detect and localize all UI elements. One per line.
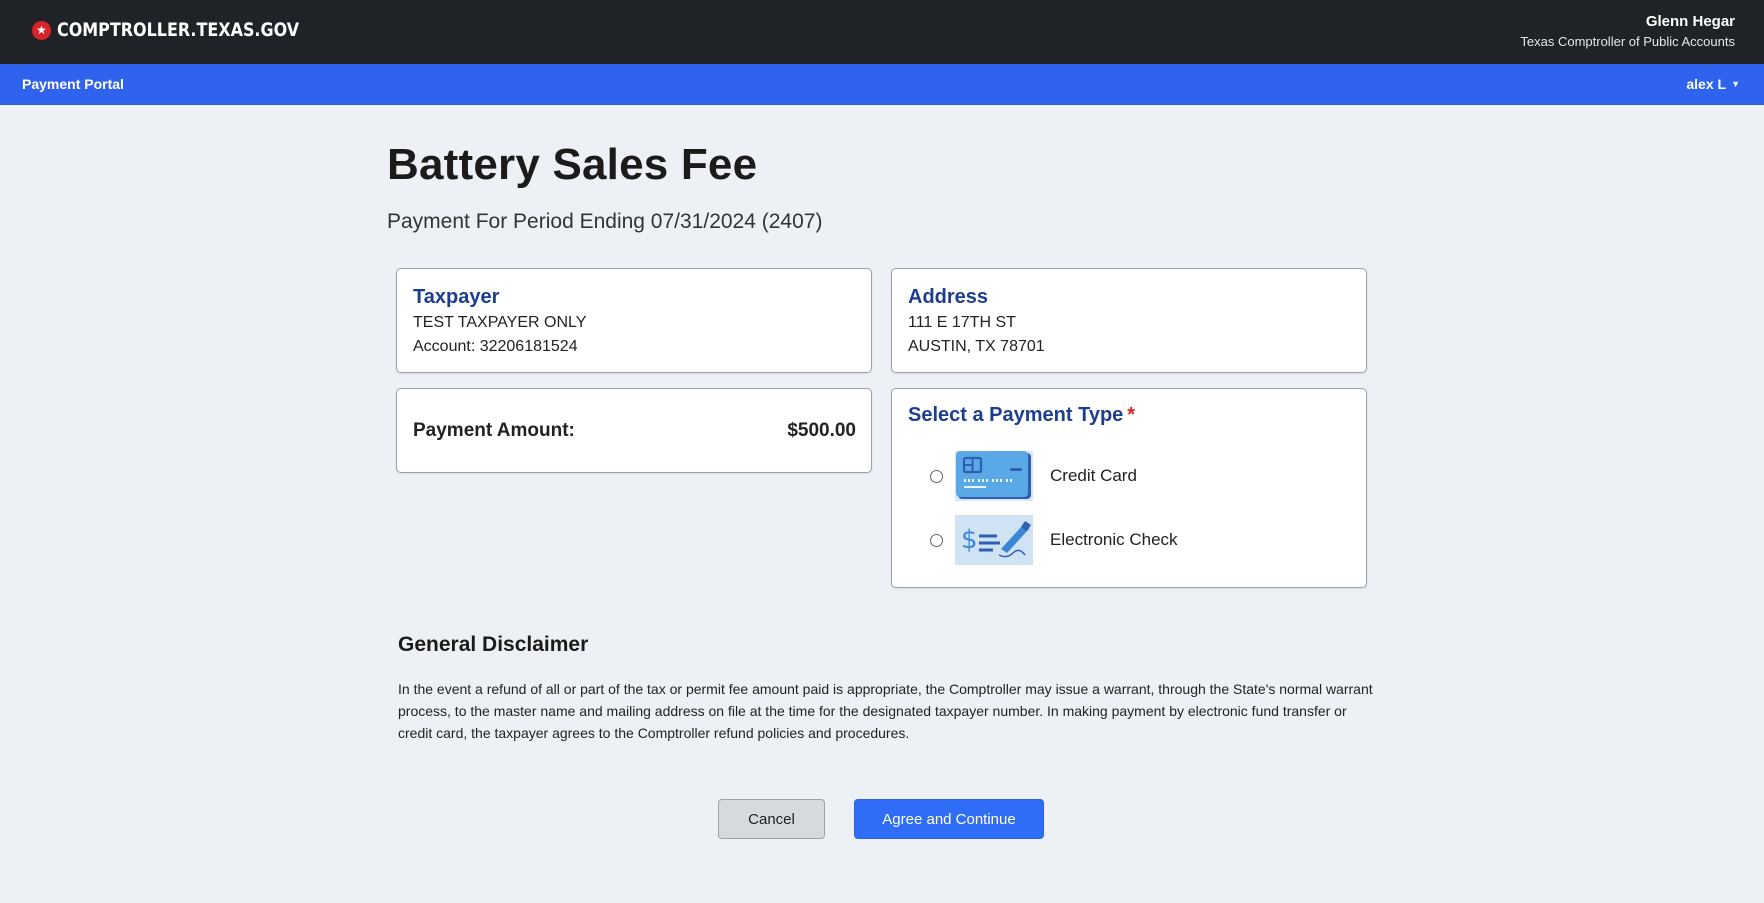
caret-down-icon: ▼ — [1731, 79, 1740, 89]
address-card: Address 111 E 17TH ST AUSTIN, TX 78701 — [891, 268, 1367, 373]
nav-bar: Payment Portal alex L ▼ — [0, 64, 1764, 105]
credit-card-radio[interactable] — [930, 469, 943, 483]
address-line2: AUSTIN, TX 78701 — [908, 338, 1045, 355]
page-title: Battery Sales Fee — [387, 140, 758, 189]
disclaimer-text: In the event a refund of all or part of … — [398, 681, 1373, 741]
required-marker: * — [1127, 404, 1136, 426]
agree-and-continue-button[interactable]: Agree and Continue — [854, 799, 1044, 839]
official-title: Texas Comptroller of Public Accounts — [1520, 34, 1735, 49]
address-line1: 111 E 17TH ST — [908, 314, 1016, 331]
payment-type-card: Select a Payment Type * Credit Card $ El… — [891, 388, 1367, 588]
taxpayer-name: TEST TAXPAYER ONLY — [413, 314, 587, 331]
credit-card-label: Credit Card — [1050, 466, 1137, 485]
official-name: Glenn Hegar — [1645, 13, 1735, 30]
taxpayer-heading: Taxpayer — [413, 286, 500, 308]
site-header: ★ COMPTROLLER.TEXAS.GOV Glenn Hegar Texa… — [0, 0, 1764, 64]
electronic-check-label: Electronic Check — [1050, 530, 1178, 549]
payment-amount-label: Payment Amount: — [413, 420, 575, 441]
payment-type-heading-text: Select a Payment Type — [908, 404, 1124, 426]
payment-type-heading: Select a Payment Type * — [908, 404, 1135, 427]
payment-period: Payment For Period Ending 07/31/2024 (24… — [387, 210, 823, 233]
payment-option-credit-card[interactable]: Credit Card — [930, 451, 1137, 501]
electronic-check-radio[interactable] — [930, 533, 943, 547]
site-name: COMPTROLLER.TEXAS.GOV — [57, 19, 300, 41]
payment-amount-value: $500.00 — [787, 420, 856, 441]
user-menu-dropdown[interactable]: alex L ▼ — [1686, 76, 1740, 92]
cancel-button[interactable]: Cancel — [718, 799, 825, 839]
svg-text:$: $ — [961, 525, 978, 555]
taxpayer-account: Account: 32206181524 — [413, 338, 578, 355]
site-logo-link[interactable]: ★ COMPTROLLER.TEXAS.GOV — [32, 19, 345, 41]
payment-portal-link[interactable]: Payment Portal — [22, 76, 124, 92]
payment-option-electronic-check[interactable]: $ Electronic Check — [930, 515, 1178, 565]
texas-star-icon: ★ — [32, 20, 51, 40]
official-info: Glenn Hegar Texas Comptroller of Public … — [1520, 12, 1735, 52]
electronic-check-icon: $ — [955, 515, 1033, 565]
credit-card-icon — [955, 451, 1033, 501]
taxpayer-card: Taxpayer TEST TAXPAYER ONLY Account: 322… — [396, 268, 872, 373]
user-name: alex L — [1686, 76, 1727, 92]
address-heading: Address — [908, 286, 989, 308]
disclaimer-title: General Disclaimer — [398, 633, 589, 656]
payment-amount-card: Payment Amount: $500.00 — [396, 388, 872, 473]
